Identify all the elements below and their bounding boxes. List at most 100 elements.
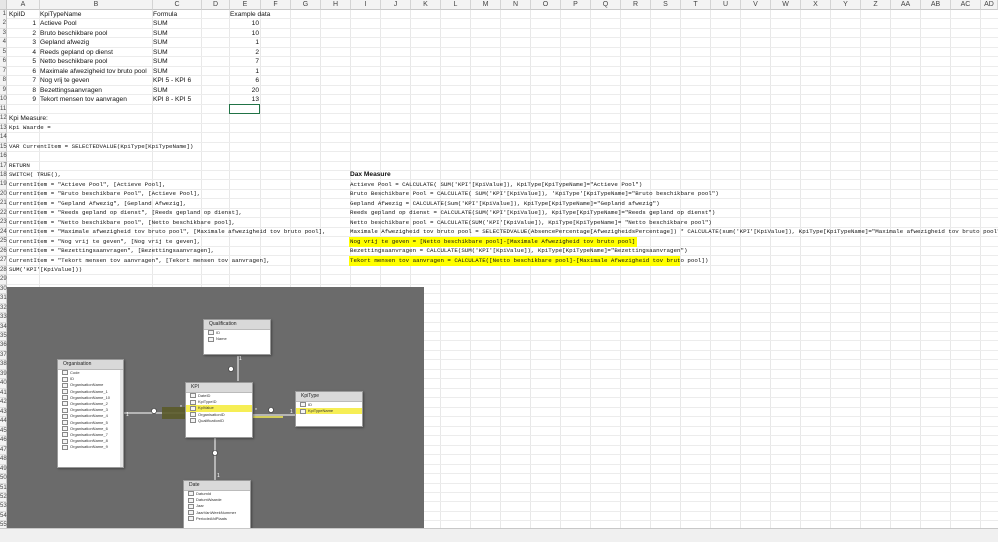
kpi-example-cell[interactable]: 6	[230, 76, 259, 86]
row-header-27[interactable]: 27	[0, 256, 7, 266]
kpi-name-cell[interactable]: Tekort mensen tov aanvragen	[40, 95, 127, 105]
row-header-52[interactable]: 52	[0, 492, 7, 503]
kpi-name-cell[interactable]: Maximale afwezigheid tov bruto pool	[40, 67, 147, 77]
row-header-28[interactable]: 28	[0, 265, 7, 276]
row-header-41[interactable]: 41	[0, 388, 7, 399]
row-header-30[interactable]: 30	[0, 284, 7, 295]
date-table[interactable]: Date DatumId DatumWaarde Jaar JaarVanWeekNu…	[183, 480, 251, 530]
dax-line-27-highlighted[interactable]: Tekort mensen tov aanvragen = CALCULATE(…	[349, 256, 708, 266]
kpi-id-cell[interactable]: 7	[9, 76, 36, 86]
row-header-36[interactable]: 36	[0, 341, 7, 351]
kpi-name-cell[interactable]: Bruto beschikbare pool	[40, 29, 107, 39]
row-header-4[interactable]: 4	[0, 38, 7, 48]
column-header-f[interactable]: F	[261, 0, 291, 10]
column-header-g[interactable]: G	[291, 0, 321, 10]
measure-line-20[interactable]: CurrentItem = "Bruto beschikbare Pool", …	[9, 189, 200, 199]
table-field[interactable]: PeriodeAfdPlaats	[184, 516, 250, 522]
row-header-31[interactable]: 31	[0, 294, 7, 304]
column-header-r[interactable]: R	[621, 0, 651, 10]
row-header-43[interactable]: 43	[0, 407, 7, 418]
kpi-name-cell[interactable]: Gepland afwezig	[40, 38, 89, 48]
row-header-40[interactable]: 40	[0, 379, 7, 389]
row-header-50[interactable]: 50	[0, 474, 7, 484]
column-header-ad[interactable]: AD	[981, 0, 998, 10]
row-header-42[interactable]: 42	[0, 398, 7, 408]
dax-line-26[interactable]: Bezettingsaanvragen = CALCULATE(SUM('KPI…	[350, 246, 687, 256]
kpi-id-cell[interactable]: 1	[9, 19, 36, 29]
data-model-diagram[interactable]: 1 1 1 1 * * Qualification ID Name Organis…	[7, 287, 424, 530]
column-header-q[interactable]: Q	[591, 0, 621, 10]
row-header-39[interactable]: 39	[0, 369, 7, 380]
column-header-i[interactable]: I	[351, 0, 381, 10]
row-header-22[interactable]: 22	[0, 208, 7, 219]
select-all-corner[interactable]	[0, 0, 7, 10]
kpi-formula-cell[interactable]: SUM	[153, 19, 168, 29]
measure-name[interactable]: Kpi Waarde =	[9, 123, 51, 133]
kpi-name-cell[interactable]: Bezettingsaanvragen	[40, 86, 102, 96]
row-header-25[interactable]: 25	[0, 237, 7, 247]
row-header-20[interactable]: 20	[0, 189, 7, 200]
column-header-n[interactable]: N	[501, 0, 531, 10]
kpi-id-cell[interactable]: 2	[9, 29, 36, 39]
row-header-46[interactable]: 46	[0, 436, 7, 446]
kpi-table-card[interactable]: KPI DateID KpiTypeID KpiValue OrganisationI…	[185, 382, 253, 438]
column-header-h[interactable]: H	[321, 0, 351, 10]
row-header-33[interactable]: 33	[0, 313, 7, 323]
dax-line-22[interactable]: Reeds gepland op dienst = CALCULATE(SUM(…	[350, 208, 715, 218]
row-header-37[interactable]: 37	[0, 350, 7, 361]
table-field[interactable]: QualificationID	[186, 418, 252, 424]
kpi-formula-cell[interactable]: SUM	[153, 57, 168, 67]
kpi-name-cell[interactable]: Actieve Pool	[40, 19, 77, 29]
column-header-m[interactable]: M	[471, 0, 501, 10]
row-header-5[interactable]: 5	[0, 47, 7, 58]
row-header-47[interactable]: 47	[0, 445, 7, 456]
row-header-9[interactable]: 9	[0, 85, 7, 96]
row-header-12[interactable]: 12	[0, 114, 7, 124]
organisation-scrollbar[interactable]	[120, 370, 123, 467]
row-header-24[interactable]: 24	[0, 227, 7, 238]
measure-line-28[interactable]: SUM('KPI'[KpiValue]))	[9, 265, 82, 275]
kpi-example-cell[interactable]: 10	[230, 19, 259, 29]
kpi-example-cell[interactable]: 7	[230, 57, 259, 67]
measure-var[interactable]: VAR CurrentItem = SELECTEDVALUE(KpiType[…	[9, 142, 193, 152]
row-header-10[interactable]: 10	[0, 95, 7, 105]
row-header-26[interactable]: 26	[0, 246, 7, 257]
selected-cell-e11[interactable]	[229, 104, 260, 114]
kpi-formula-cell[interactable]: SUM	[153, 48, 168, 58]
kpi-name-cell[interactable]: Reeds gepland op dienst	[40, 48, 113, 58]
column-header-y[interactable]: Y	[831, 0, 861, 10]
kpi-formula-cell[interactable]: SUM	[153, 86, 168, 96]
kpi-example-cell[interactable]: 2	[230, 48, 259, 58]
cell-b1[interactable]: KpiTypeName	[40, 10, 81, 20]
column-header-o[interactable]: O	[531, 0, 561, 10]
column-header-x[interactable]: X	[801, 0, 831, 10]
row-header-15[interactable]: 15	[0, 142, 7, 153]
column-header-v[interactable]: V	[741, 0, 771, 10]
row-header-2[interactable]: 2	[0, 19, 7, 29]
row-header-7[interactable]: 7	[0, 66, 7, 77]
column-header-j[interactable]: J	[381, 0, 411, 10]
qualification-table[interactable]: Qualification ID Name	[203, 319, 271, 355]
row-header-51[interactable]: 51	[0, 483, 7, 493]
row-header-13[interactable]: 13	[0, 123, 7, 134]
row-header-16[interactable]: 16	[0, 152, 7, 162]
column-header-p[interactable]: P	[561, 0, 591, 10]
kpi-example-cell[interactable]: 1	[230, 67, 259, 77]
kpi-id-cell[interactable]: 3	[9, 38, 36, 48]
kpi-id-cell[interactable]: 5	[9, 57, 36, 67]
row-header-3[interactable]: 3	[0, 28, 7, 39]
table-field[interactable]: Name	[204, 336, 270, 342]
column-header-l[interactable]: L	[441, 0, 471, 10]
kpi-formula-cell[interactable]: SUM	[153, 38, 168, 48]
table-field[interactable]: OrganisationName_9	[58, 444, 123, 450]
spreadsheet[interactable]: A B C D E F G H I J K L M N O P Q R S T U V W X Y Z AA AB AC AD 12345…	[0, 0, 998, 542]
cell-e1[interactable]: Example data	[230, 10, 270, 20]
dax-title[interactable]: Dax Measure	[350, 170, 391, 180]
kpi-example-cell[interactable]: 10	[230, 29, 259, 39]
row-header-29[interactable]: 29	[0, 275, 7, 285]
row-header-38[interactable]: 38	[0, 360, 7, 370]
kpi-name-cell[interactable]: Nog vrij te geven	[40, 76, 89, 86]
column-header-u[interactable]: U	[711, 0, 741, 10]
column-header-b[interactable]: B	[40, 0, 153, 10]
dax-line-20[interactable]: Bruto Beschikbare Pool = CALCULATE( SUM(…	[350, 189, 719, 199]
